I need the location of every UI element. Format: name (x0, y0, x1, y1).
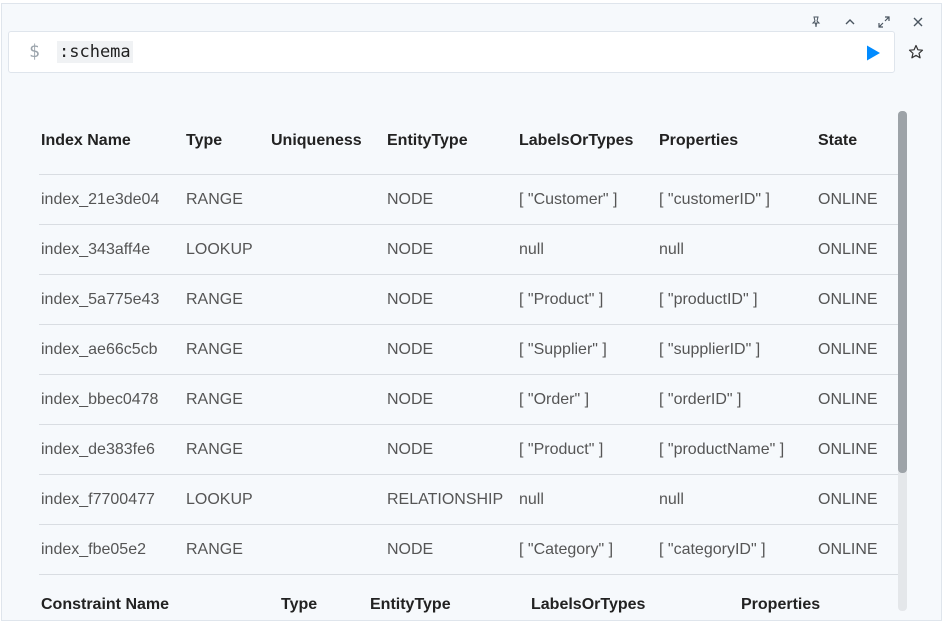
table-cell (269, 324, 385, 375)
table-cell: [ "Category" ] (517, 524, 657, 575)
scrollbar-thumb[interactable] (898, 111, 907, 473)
result-frame: $ :schema Index Name Type Uniqueness Ent… (1, 3, 942, 621)
table-cell: [ "categoryID" ] (657, 524, 816, 575)
table-row: index_bbec0478 RANGE NODE [ "Order" ] [ … (39, 374, 899, 425)
table-cell: [ "Customer" ] (517, 174, 657, 225)
table-cell: ONLINE (816, 424, 899, 475)
index-table: Index Name Type Uniqueness EntityType La… (39, 107, 899, 575)
table-cell: null (657, 474, 816, 525)
schema-result: Index Name Type Uniqueness EntityType La… (39, 107, 899, 615)
table-cell: ONLINE (816, 324, 899, 375)
column-header[interactable]: Properties (657, 107, 816, 175)
table-cell: ONLINE (816, 524, 899, 575)
table-cell: [ "orderID" ] (657, 374, 816, 425)
table-cell: [ "Product" ] (517, 424, 657, 475)
prompt-symbol: $ (29, 41, 40, 62)
table-cell: RANGE (184, 524, 269, 575)
query-editor[interactable]: $ :schema (8, 31, 895, 73)
table-cell: index_f7700477 (39, 474, 184, 525)
column-header[interactable]: Constraint Name (39, 575, 279, 615)
column-header[interactable]: Uniqueness (269, 107, 385, 175)
query-text[interactable]: :schema (57, 41, 133, 63)
table-cell (269, 374, 385, 425)
table-cell: null (517, 224, 657, 275)
table-cell: NODE (385, 274, 517, 325)
column-header[interactable]: Index Name (39, 107, 184, 175)
collapse-icon[interactable] (833, 12, 867, 32)
table-cell: ONLINE (816, 274, 899, 325)
close-icon[interactable] (901, 12, 935, 32)
table-cell: NODE (385, 174, 517, 225)
column-header[interactable]: Type (279, 575, 368, 615)
column-header[interactable]: EntityType (368, 575, 529, 615)
table-cell: ONLINE (816, 174, 899, 225)
table-cell (269, 274, 385, 325)
table-cell: index_bbec0478 (39, 374, 184, 425)
column-header[interactable]: Properties (739, 575, 899, 615)
table-cell: NODE (385, 524, 517, 575)
table-row: index_21e3de04 RANGE NODE [ "Customer" ]… (39, 174, 899, 225)
expand-icon[interactable] (867, 12, 901, 32)
table-cell: index_de383fe6 (39, 424, 184, 475)
table-cell: RANGE (184, 174, 269, 225)
pin-icon[interactable] (799, 12, 833, 32)
table-cell: [ "supplierID" ] (657, 324, 816, 375)
table-cell: RANGE (184, 274, 269, 325)
table-row: index_ae66c5cb RANGE NODE [ "Supplier" ]… (39, 324, 899, 375)
table-cell: null (657, 224, 816, 275)
constraint-header-row: Constraint Name Type EntityType LabelsOr… (39, 575, 899, 615)
index-header-row: Index Name Type Uniqueness EntityType La… (39, 107, 899, 175)
column-header[interactable]: Type (184, 107, 269, 175)
table-cell: [ "Product" ] (517, 274, 657, 325)
table-cell: index_5a775e43 (39, 274, 184, 325)
constraint-table: Constraint Name Type EntityType LabelsOr… (39, 575, 899, 615)
table-cell: [ "customerID" ] (657, 174, 816, 225)
table-cell: index_343aff4e (39, 224, 184, 275)
table-cell: LOOKUP (184, 474, 269, 525)
frame-toolbar (799, 12, 935, 32)
table-cell (269, 174, 385, 225)
table-cell: [ "productID" ] (657, 274, 816, 325)
table-cell: LOOKUP (184, 224, 269, 275)
table-cell: [ "productName" ] (657, 424, 816, 475)
table-cell (269, 224, 385, 275)
table-cell: NODE (385, 224, 517, 275)
table-row: index_fbe05e2 RANGE NODE [ "Category" ] … (39, 524, 899, 575)
table-cell: RANGE (184, 424, 269, 475)
table-cell: NODE (385, 324, 517, 375)
table-row: index_f7700477 LOOKUP RELATIONSHIP null … (39, 474, 899, 525)
table-cell: [ "Supplier" ] (517, 324, 657, 375)
star-icon[interactable] (908, 44, 924, 60)
table-cell (269, 424, 385, 475)
column-header[interactable]: EntityType (385, 107, 517, 175)
table-cell: ONLINE (816, 224, 899, 275)
table-cell: index_fbe05e2 (39, 524, 184, 575)
table-cell: RANGE (184, 374, 269, 425)
table-cell: NODE (385, 424, 517, 475)
table-row: index_5a775e43 RANGE NODE [ "Product" ] … (39, 274, 899, 325)
table-cell: RANGE (184, 324, 269, 375)
vertical-scrollbar[interactable] (898, 111, 907, 611)
table-cell: RELATIONSHIP (385, 474, 517, 525)
table-cell: ONLINE (816, 474, 899, 525)
table-cell: null (517, 474, 657, 525)
table-cell (269, 474, 385, 525)
table-cell: index_21e3de04 (39, 174, 184, 225)
column-header[interactable]: LabelsOrTypes (517, 107, 657, 175)
column-header[interactable]: LabelsOrTypes (529, 575, 739, 615)
table-row: index_343aff4e LOOKUP NODE null null ONL… (39, 224, 899, 275)
table-cell: index_ae66c5cb (39, 324, 184, 375)
play-icon[interactable] (864, 44, 882, 62)
table-row: index_de383fe6 RANGE NODE [ "Product" ] … (39, 424, 899, 475)
table-cell: [ "Order" ] (517, 374, 657, 425)
column-header[interactable]: State (816, 107, 899, 175)
table-cell: NODE (385, 374, 517, 425)
table-cell: ONLINE (816, 374, 899, 425)
table-cell (269, 524, 385, 575)
